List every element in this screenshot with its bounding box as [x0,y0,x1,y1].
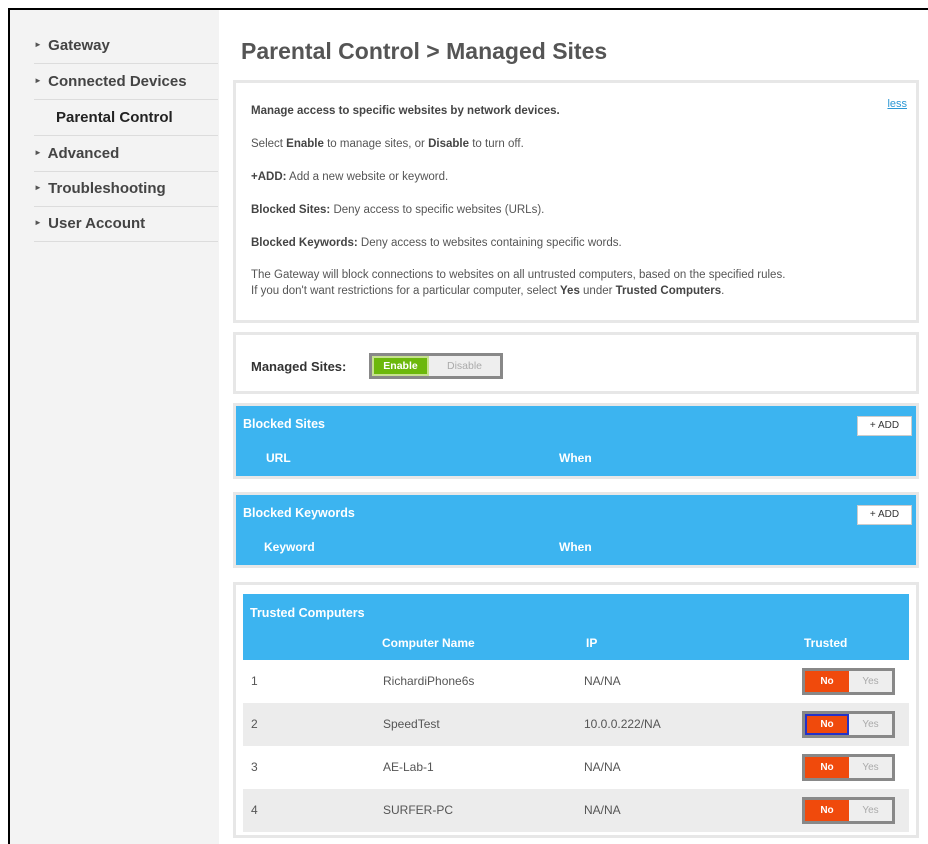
sidebar-item-label: Advanced [47,145,120,162]
trusted-toggle[interactable]: No Yes [802,797,895,824]
computer-ip: NA/NA [584,803,621,817]
trusted-no-button[interactable]: No [805,800,849,821]
managed-sites-toggle[interactable]: Enable Disable [369,353,503,379]
blocked-keywords-instructions: Blocked Keywords: Deny access to website… [251,237,622,249]
table-row: 3 AE-Lab-1 NA/NA No Yes [243,746,909,789]
trusted-no-button[interactable]: No [805,714,849,735]
blocked-sites-instructions: Blocked Sites: Deny access to specific w… [251,204,545,216]
disable-button[interactable]: Disable [429,356,500,376]
row-number: 1 [251,674,258,688]
add-blocked-keyword-button[interactable]: + ADD [857,505,912,525]
trusted-computers-panel: Trusted Computers Computer Name IP Trust… [233,582,919,838]
trusted-instructions: If you don't want restrictions for a par… [251,285,725,297]
intro-text: Manage access to specific websites by ne… [251,105,560,117]
caret-right-icon: ► [34,40,42,50]
sidebar-item-label: Connected Devices [48,73,187,90]
sidebar-item-connected-devices[interactable]: ► Connected Devices [34,66,218,100]
row-number: 2 [251,717,258,731]
blocked-keywords-title: Blocked Keywords [243,506,355,520]
column-header-keyword: Keyword [264,540,315,554]
computer-name: SpeedTest [383,717,440,731]
caret-right-icon: ► [34,76,42,86]
column-header-url: URL [266,451,291,465]
computer-name: RichardiPhone6s [383,674,475,688]
table-row: 1 RichardiPhone6s NA/NA No Yes [243,660,909,703]
computer-ip: NA/NA [584,674,621,688]
caret-right-icon: ► [34,148,42,158]
table-row: 2 SpeedTest 10.0.0.222/NA No Yes [243,703,909,746]
add-blocked-site-button[interactable]: + ADD [857,416,912,436]
trusted-toggle[interactable]: No Yes [802,668,895,695]
add-instructions: +ADD: Add a new website or keyword. [251,171,449,183]
computer-name: SURFER-PC [383,803,454,817]
blocked-keywords-panel: Blocked Keywords + ADD Keyword When [233,492,919,568]
computer-ip: 10.0.0.222/NA [584,717,661,731]
managed-sites-panel: Managed Sites: Enable Disable [233,332,919,394]
trusted-no-button[interactable]: No [805,671,849,692]
sidebar-item-advanced[interactable]: ► Advanced [34,138,218,172]
row-number: 3 [251,760,258,774]
sidebar-item-label: Parental Control [56,109,173,126]
computer-name: AE-Lab-1 [383,760,434,774]
row-number: 4 [251,803,258,817]
description-panel: less Manage access to specific websites … [233,80,919,323]
trusted-yes-button[interactable]: Yes [849,671,892,692]
blocked-sites-title: Blocked Sites [243,417,325,431]
main-content: Parental Control > Managed Sites less Ma… [219,10,928,844]
column-header-when: When [559,451,592,465]
trusted-yes-button[interactable]: Yes [849,714,892,735]
sidebar-item-label: Troubleshooting [48,180,166,197]
column-header-ip: IP [586,636,598,650]
less-link[interactable]: less [887,98,907,110]
trusted-yes-button[interactable]: Yes [849,800,892,821]
sidebar-item-label: Gateway [48,37,110,54]
sidebar-item-user-account[interactable]: ► User Account [34,208,218,242]
column-header-when: When [559,540,592,554]
enable-button[interactable]: Enable [372,356,429,376]
caret-right-icon: ► [34,218,42,228]
trusted-toggle[interactable]: No Yes [802,754,895,781]
managed-sites-label: Managed Sites: [251,359,347,374]
table-row: 4 SURFER-PC NA/NA No Yes [243,789,909,832]
column-header-trusted: Trusted [804,636,848,650]
trusted-computers-title: Trusted Computers [250,606,365,620]
trusted-computers-header: Trusted Computers Computer Name IP Trust… [243,594,909,660]
gateway-rules-text: The Gateway will block connections to we… [251,269,786,281]
computer-ip: NA/NA [584,760,621,774]
caret-right-icon: ► [34,183,42,193]
page-title: Parental Control > Managed Sites [241,38,608,64]
sidebar: ► Gateway ► Connected Devices Parental C… [10,10,219,844]
column-header-computer-name: Computer Name [382,636,475,650]
sidebar-item-troubleshooting[interactable]: ► Troubleshooting [34,173,218,207]
blocked-sites-panel: Blocked Sites + ADD URL When [233,403,919,479]
sidebar-item-gateway[interactable]: ► Gateway [34,30,218,64]
trusted-no-button[interactable]: No [805,757,849,778]
sidebar-item-label: User Account [48,215,146,232]
sidebar-item-parental-control[interactable]: Parental Control [34,102,218,136]
trusted-toggle[interactable]: No Yes [802,711,895,738]
enable-instructions: Select Enable to manage sites, or Disabl… [251,138,524,150]
trusted-yes-button[interactable]: Yes [849,757,892,778]
